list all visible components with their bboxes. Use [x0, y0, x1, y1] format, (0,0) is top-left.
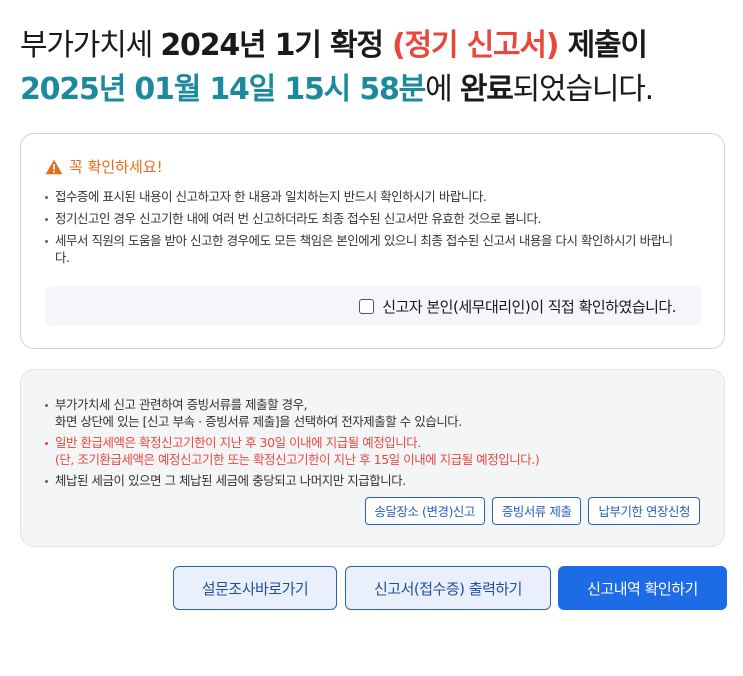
- info-item-line: 부가가치세 신고 관련하여 증빙서류를 제출할 경우,: [55, 397, 308, 412]
- submission-datetime: 2025년 01월 14일 15시 58분: [20, 72, 426, 107]
- view-history-button[interactable]: 신고내역 확인하기: [558, 566, 727, 610]
- headline-line-2: 2025년 01월 14일 15시 58분에 완료되었습니다.: [20, 68, 735, 112]
- headline-period: 2024년 1기 확정: [160, 28, 393, 63]
- headline-report-type: (정기 신고서): [392, 28, 559, 63]
- info-item-line: 체납된 세금이 있으면 그 체납된 세금에 충당되고 나머지만 지급합니다.: [55, 473, 406, 488]
- headline-line-1: 부가가치세 2024년 1기 확정 (정기 신고서) 제출이: [20, 24, 735, 68]
- delivery-address-button[interactable]: 송달장소 (변경)신고: [364, 497, 485, 525]
- notice-list: 접수증에 표시된 내용이 신고하고자 한 내용과 일치하는지 반드시 확인하시기…: [45, 188, 685, 271]
- info-item-line: 일반 환급세액은 확정신고기한이 지난 후 30일 이내에 지급될 예정입니다.: [55, 435, 421, 450]
- notice-item: 정기신고인 경우 신고기한 내에 여러 번 신고하더라도 최종 접수된 신고서만…: [45, 210, 685, 227]
- headline-mid: 에: [425, 72, 460, 107]
- info-list: 부가가치세 신고 관련하여 증빙서류를 제출할 경우, 화면 상단에 있는 [신…: [45, 396, 685, 493]
- self-confirm-row[interactable]: 신고자 본인(세무대리인)이 직접 확인하였습니다.: [45, 286, 702, 326]
- payment-extension-button[interactable]: 납부기한 연장신청: [588, 497, 700, 525]
- self-confirm-checkbox[interactable]: [359, 298, 375, 314]
- info-button-group: 송달장소 (변경)신고 증빙서류 제출 납부기한 연장신청: [364, 497, 700, 525]
- notice-title: 꼭 확인하세요!: [45, 156, 163, 177]
- self-confirm-label[interactable]: 신고자 본인(세무대리인)이 직접 확인하였습니다.: [382, 296, 676, 317]
- warning-icon: [45, 159, 63, 174]
- print-receipt-button[interactable]: 신고서(접수증) 출력하기: [345, 566, 551, 610]
- info-box: 부가가치세 신고 관련하여 증빙서류를 제출할 경우, 화면 상단에 있는 [신…: [20, 369, 725, 547]
- info-item-line: 화면 상단에 있는 [신고 부속 · 증빙서류 제출]을 선택하여 전자제출할 …: [55, 414, 462, 429]
- notice-item: 접수증에 표시된 내용이 신고하고자 한 내용과 일치하는지 반드시 확인하시기…: [45, 188, 685, 205]
- headline-suffix: 제출이: [558, 28, 648, 63]
- info-item-arrears: 체납된 세금이 있으면 그 체납된 세금에 충당되고 나머지만 지급합니다.: [45, 472, 685, 489]
- info-item-evidence: 부가가치세 신고 관련하여 증빙서류를 제출할 경우, 화면 상단에 있는 [신…: [45, 396, 685, 430]
- headline-end: 되었습니다.: [512, 72, 655, 107]
- info-item-line: (단, 조기환급세액은 예정신고기한 또는 확정신고기한이 지난 후 15일 이…: [55, 452, 540, 467]
- headline-prefix: 부가가치세: [20, 28, 161, 63]
- completion-headline: 부가가치세 2024년 1기 확정 (정기 신고서) 제출이 2025년 01월…: [20, 24, 735, 112]
- notice-item: 세무서 직원의 도움을 받아 신고한 경우에도 모든 책임은 본인에게 있으니 …: [45, 232, 685, 266]
- headline-status: 완료: [459, 72, 514, 107]
- info-item-refund: 일반 환급세액은 확정신고기한이 지난 후 30일 이내에 지급될 예정입니다.…: [45, 434, 685, 468]
- survey-button[interactable]: 설문조사바로가기: [173, 566, 337, 610]
- evidence-submit-button[interactable]: 증빙서류 제출: [491, 497, 582, 525]
- notice-title-text: 꼭 확인하세요!: [69, 158, 163, 176]
- notice-box: 꼭 확인하세요! 접수증에 표시된 내용이 신고하고자 한 내용과 일치하는지 …: [20, 133, 725, 349]
